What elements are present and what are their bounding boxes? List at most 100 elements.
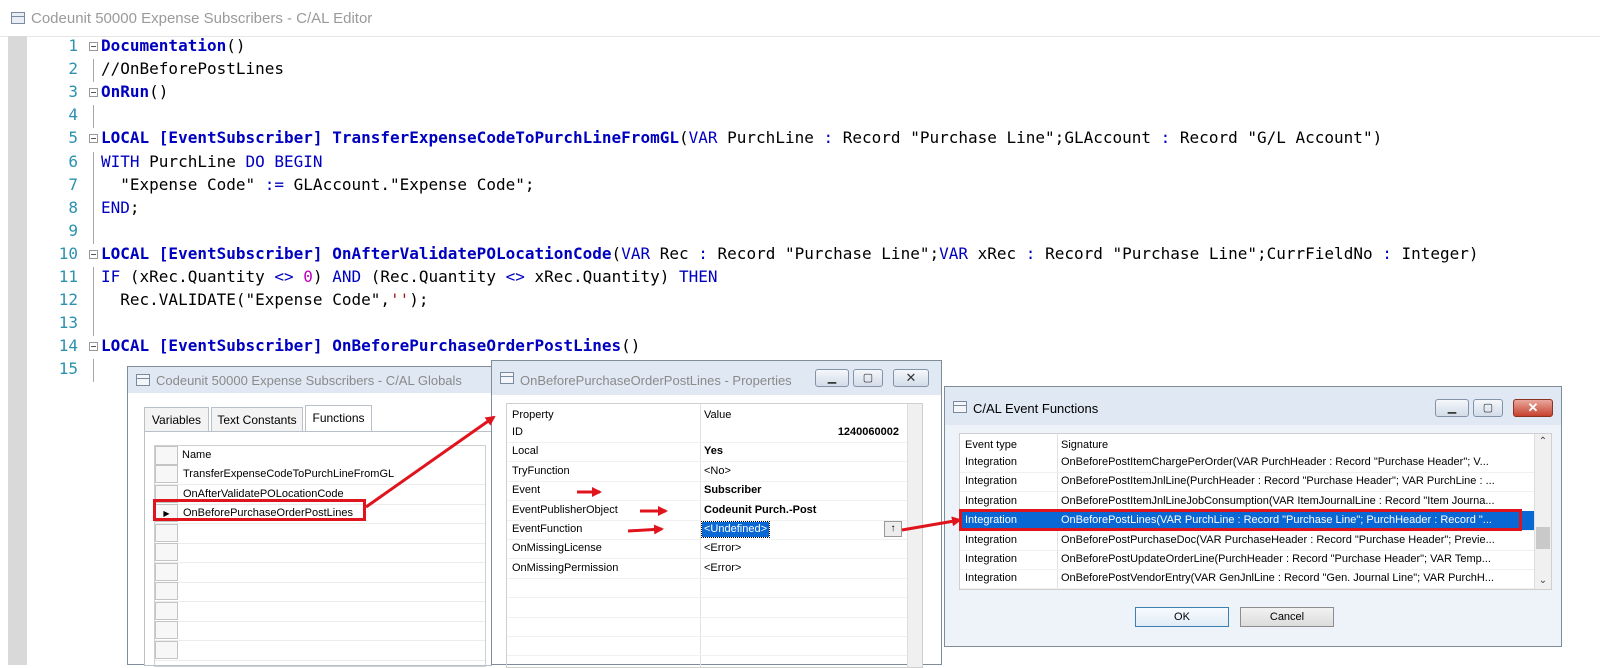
code-line[interactable]: LOCAL [EventSubscriber] TransferExpenseC… [101,128,1382,147]
code-token: VAR [688,128,718,148]
event-type: Integration [965,494,1017,507]
code-token: : [1025,243,1036,263]
code-token: : [1160,128,1171,148]
code-line[interactable]: WITH PurchLine DO BEGIN [101,152,323,171]
property-row[interactable] [507,636,907,657]
row-selector[interactable] [155,523,178,542]
tab-text-constants[interactable]: Text Constants [211,407,303,431]
event-row[interactable]: Integration OnBeforePostUpdateOrderLine(P… [960,550,1534,570]
row-selector[interactable] [155,640,178,659]
property-row[interactable]: EventPublisherObject Codeunit Purch.-Post [507,501,907,521]
code-line[interactable]: END; [101,198,140,217]
code-token: : [823,128,834,148]
fold-toggle-icon[interactable] [89,88,98,98]
property-row[interactable]: ID 1240060002 [507,423,907,443]
function-row[interactable] [155,523,485,544]
property-row[interactable] [507,578,907,599]
fold-toggle-icon[interactable] [89,249,98,259]
maximize-button[interactable]: ▢ [853,369,883,387]
properties-scrollbar[interactable] [907,404,922,667]
code-token: END [101,197,130,217]
fold-guide [93,105,94,129]
ok-button[interactable]: OK [1135,607,1229,627]
row-selector[interactable] [155,543,178,561]
fold-guide [93,267,94,291]
fold-toggle-icon[interactable] [89,342,98,352]
row-selector[interactable] [155,601,178,620]
fold-guide [93,313,94,337]
property-row[interactable]: EventFunction <Undefined> ↑ [507,520,907,540]
minimize-button[interactable]: ▁ [815,369,849,387]
code-line[interactable]: IF (xRec.Quantity <> 0) AND (Rec.Quantit… [101,267,718,286]
fold-toggle-icon[interactable] [89,42,98,51]
close-button[interactable]: ✕ [893,369,929,387]
window-icon [953,401,967,413]
function-row[interactable] [155,621,485,641]
row-selector[interactable] [155,465,178,483]
property-value[interactable]: <Undefined> [701,521,770,538]
property-row[interactable]: TryFunction <No> [507,462,907,482]
event-row[interactable]: Integration OnBeforePostItemChargePerOrde… [960,453,1534,473]
line-number: 5 [68,128,78,148]
scroll-thumb[interactable] [1536,527,1550,549]
property-row[interactable]: OnMissingLicense <Error> [507,539,907,560]
code-token: LOCAL [EventSubscriber] OnBeforePurchase… [101,336,622,356]
code-token: () [149,82,169,102]
scroll-down-icon[interactable]: ⌄ [1535,573,1551,589]
code-line[interactable]: OnRun() [101,82,168,101]
tab-variables[interactable]: Variables [144,407,209,431]
property-name: EventFunction [512,523,583,535]
property-row[interactable] [507,617,907,637]
row-selector[interactable] [155,562,178,581]
event-scrollbar[interactable]: ⌃ ⌄ [1534,434,1551,589]
code-line[interactable]: Rec.VALIDATE("Expense Code",''); [101,290,428,310]
function-row[interactable] [155,582,485,602]
line-number: 7 [68,174,78,194]
property-name: OnMissingPermission [512,561,619,574]
lookup-arrow-icon[interactable]: ↑ [884,521,902,537]
event-signature: OnBeforePostItemChargePerOrder(VAR Purch… [1061,456,1489,468]
event-row[interactable]: Integration OnBeforePostVendorEntry(VAR G… [960,569,1534,590]
fold-guide [93,174,94,198]
maximize-button[interactable]: ▢ [1473,399,1503,417]
code-token: xRec [968,243,1026,263]
scroll-up-icon[interactable]: ⌃ [1535,434,1551,450]
property-row[interactable]: Local Yes [507,442,907,463]
code-line[interactable]: LOCAL [EventSubscriber] OnBeforePurchase… [101,336,640,355]
close-button[interactable]: ✕ [1513,399,1553,417]
property-row[interactable]: Event Subscriber [507,481,907,502]
cancel-button[interactable]: Cancel [1240,607,1334,627]
minimize-button[interactable]: ▁ [1435,399,1469,417]
event-type: Integration [965,456,1017,468]
line-number: 6 [68,151,78,171]
code-token: ( [678,128,689,148]
event-row[interactable]: Integration OnBeforePostPurchaseDoc(VAR P… [960,531,1534,551]
code-line[interactable]: LOCAL [EventSubscriber] OnAfterValidateP… [101,244,1479,263]
properties-window: OnBeforePurchaseOrderPostLines - Propert… [491,360,942,668]
code-token: (xRec.Quantity [120,267,275,286]
event-type: Integration [965,572,1017,585]
line-number: 14 [58,336,78,356]
row-selector[interactable] [155,621,178,639]
property-row[interactable] [507,598,907,618]
tab-functions[interactable]: Functions [305,405,372,431]
function-row[interactable]: TransferExpenseCodeToPurchLineFromGL [155,465,485,485]
code-token: <> [274,267,294,286]
code-line[interactable]: "Expense Code" := GLAccount."Expense Cod… [101,175,534,194]
code-line[interactable]: //OnBeforePostLines [101,59,284,78]
event-row[interactable]: Integration OnBeforePostItemJnlLine(Purch… [960,472,1534,493]
highlight-event-row [959,509,1522,531]
function-row[interactable] [155,640,485,661]
fold-toggle-icon[interactable] [89,134,98,144]
row-selector[interactable] [155,582,178,600]
code-token: Record "Purchase Line";GLAccount [833,128,1161,148]
column-header-property: Property [512,409,554,421]
property-row[interactable]: OnMissingPermission <Error> [507,559,907,579]
code-token: '' [389,290,410,310]
code-token: Rec [650,243,699,263]
function-row[interactable] [155,543,485,563]
code-line[interactable]: Documentation() [101,36,246,55]
function-row[interactable] [155,562,485,583]
line-number: 9 [68,220,78,240]
function-row[interactable] [155,601,485,622]
